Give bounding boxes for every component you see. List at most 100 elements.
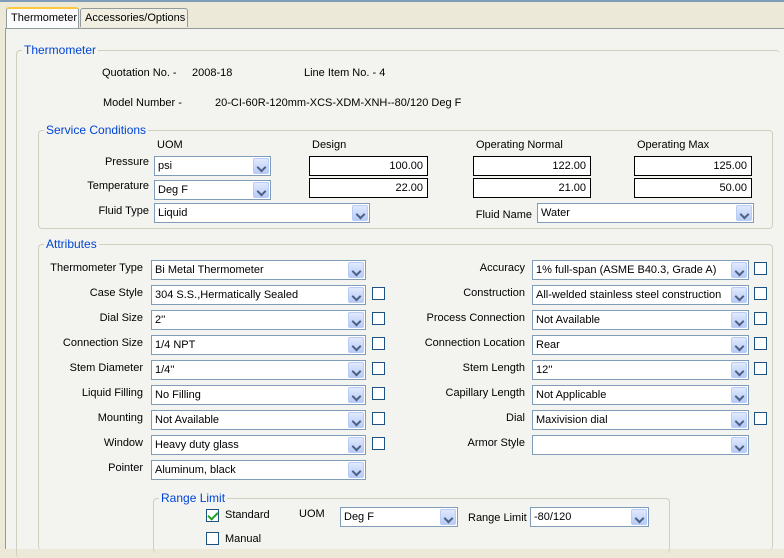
stem-length-select[interactable]: 12'' bbox=[532, 360, 749, 380]
chevron-down-icon[interactable] bbox=[348, 262, 364, 278]
chevron-down-icon[interactable] bbox=[440, 509, 456, 525]
liquid-filling-checkbox[interactable] bbox=[372, 387, 385, 400]
attributes-legend: Attributes bbox=[46, 237, 97, 251]
window-value: Heavy duty glass bbox=[155, 439, 239, 451]
temperature-design-input[interactable]: 22.00 bbox=[309, 178, 428, 198]
case-style-select[interactable]: 304 S.S.,Hermatically Sealed bbox=[151, 285, 366, 305]
chevron-down-icon[interactable] bbox=[731, 312, 747, 328]
temperature-design-value: 22.00 bbox=[395, 182, 423, 194]
chevron-down-icon[interactable] bbox=[631, 509, 647, 525]
chevron-down-icon[interactable] bbox=[348, 412, 364, 428]
accuracy-select[interactable]: 1% full-span (ASME B40.3, Grade A) bbox=[532, 260, 749, 280]
pressure-uom-select[interactable]: psi bbox=[154, 156, 271, 176]
stem-diameter-select[interactable]: 1/4'' bbox=[151, 360, 366, 380]
construction-checkbox[interactable] bbox=[754, 287, 767, 300]
connection-size-label: Connection Size bbox=[62, 337, 143, 349]
process-connection-checkbox[interactable] bbox=[754, 312, 767, 325]
pressure-max-value: 125.00 bbox=[713, 160, 747, 172]
connection-size-select[interactable]: 1/4 NPT bbox=[151, 335, 366, 355]
connection-location-checkbox[interactable] bbox=[754, 337, 767, 350]
fluid-type-select[interactable]: Liquid bbox=[154, 203, 370, 223]
temperature-max-value: 50.00 bbox=[719, 182, 747, 194]
tab-accessories-options[interactable]: Accessories/Options bbox=[80, 8, 188, 27]
temperature-normal-value: 21.00 bbox=[558, 182, 586, 194]
range-uom-select[interactable]: Deg F bbox=[340, 507, 458, 527]
pressure-normal-input[interactable]: 122.00 bbox=[473, 156, 591, 176]
dial-value: Maxivision dial bbox=[536, 414, 608, 426]
tab-thermometer[interactable]: Thermometer bbox=[6, 7, 79, 28]
construction-select[interactable]: All-welded stainless steel construction bbox=[532, 285, 749, 305]
connection-location-select[interactable]: Rear bbox=[532, 335, 749, 355]
window-select[interactable]: Heavy duty glass bbox=[151, 435, 366, 455]
liquid-filling-select[interactable]: No Filling bbox=[151, 385, 366, 405]
connection-location-value: Rear bbox=[536, 339, 560, 351]
accuracy-checkbox[interactable] bbox=[754, 262, 767, 275]
dial-size-checkbox[interactable] bbox=[372, 312, 385, 325]
pressure-design-input[interactable]: 100.00 bbox=[309, 156, 428, 176]
pointer-select[interactable]: Aluminum, black bbox=[151, 460, 366, 480]
capillary-length-select[interactable]: Not Applicable bbox=[532, 385, 749, 405]
capillary-length-value: Not Applicable bbox=[536, 389, 607, 401]
manual-label: Manual bbox=[225, 533, 262, 545]
dial-size-select[interactable]: 2'' bbox=[151, 310, 366, 330]
connection-size-checkbox[interactable] bbox=[372, 337, 385, 350]
mounting-select[interactable]: Not Available bbox=[151, 410, 366, 430]
construction-value: All-welded stainless steel construction bbox=[536, 289, 722, 301]
chevron-down-icon[interactable] bbox=[731, 262, 747, 278]
chevron-down-icon[interactable] bbox=[731, 412, 747, 428]
stem-diameter-checkbox[interactable] bbox=[372, 362, 385, 375]
mounting-label: Mounting bbox=[97, 412, 143, 424]
liquid-filling-label: Liquid Filling bbox=[81, 387, 143, 399]
pressure-design-value: 100.00 bbox=[389, 160, 423, 172]
model-number-value: 20-CI-60R-120mm-XCS-XDM-XNH--80/120 Deg … bbox=[215, 97, 462, 109]
range-uom-value: Deg F bbox=[344, 511, 374, 523]
chevron-down-icon[interactable] bbox=[253, 182, 269, 198]
dial-select[interactable]: Maxivision dial bbox=[532, 410, 749, 430]
window-label: Window bbox=[103, 437, 143, 449]
window-checkbox[interactable] bbox=[372, 437, 385, 450]
manual-checkbox[interactable] bbox=[206, 532, 219, 545]
chevron-down-icon[interactable] bbox=[731, 387, 747, 403]
case-style-checkbox[interactable] bbox=[372, 287, 385, 300]
connection-location-label: Connection Location bbox=[424, 337, 525, 349]
operating-max-column-header: Operating Max bbox=[637, 139, 710, 151]
mounting-value: Not Available bbox=[155, 414, 220, 426]
chevron-down-icon[interactable] bbox=[352, 205, 368, 221]
chevron-down-icon[interactable] bbox=[348, 387, 364, 403]
dial-checkbox[interactable] bbox=[754, 412, 767, 425]
chevron-down-icon[interactable] bbox=[348, 312, 364, 328]
stem-diameter-label: Stem Diameter bbox=[69, 362, 143, 374]
mounting-checkbox[interactable] bbox=[372, 412, 385, 425]
pressure-label: Pressure bbox=[104, 156, 149, 168]
process-connection-select[interactable]: Not Available bbox=[532, 310, 749, 330]
chevron-down-icon[interactable] bbox=[348, 287, 364, 303]
pressure-max-input[interactable]: 125.00 bbox=[634, 156, 752, 176]
standard-checkbox[interactable] bbox=[206, 509, 219, 522]
case-style-value: 304 S.S.,Hermatically Sealed bbox=[155, 289, 299, 301]
range-limit-select[interactable]: -80/120 bbox=[530, 507, 649, 527]
chevron-down-icon[interactable] bbox=[731, 437, 747, 453]
fluid-type-value: Liquid bbox=[158, 207, 188, 219]
fluid-name-select[interactable]: Water bbox=[537, 203, 754, 223]
chevron-down-icon[interactable] bbox=[348, 337, 364, 353]
stem-length-checkbox[interactable] bbox=[754, 362, 767, 375]
chevron-down-icon[interactable] bbox=[736, 205, 752, 221]
chevron-down-icon[interactable] bbox=[348, 362, 364, 378]
thermometer-legend: Thermometer bbox=[24, 43, 97, 57]
chevron-down-icon[interactable] bbox=[731, 362, 747, 378]
stem-length-value: 12'' bbox=[536, 364, 553, 376]
fluid-name-value: Water bbox=[541, 207, 570, 219]
line-item-label: Line Item No. - 4 bbox=[304, 67, 386, 79]
construction-label: Construction bbox=[463, 287, 525, 299]
chevron-down-icon[interactable] bbox=[348, 462, 364, 478]
dial-size-label: Dial Size bbox=[99, 312, 143, 324]
chevron-down-icon[interactable] bbox=[731, 337, 747, 353]
chevron-down-icon[interactable] bbox=[348, 437, 364, 453]
temperature-normal-input[interactable]: 21.00 bbox=[473, 178, 591, 198]
thermometer-type-select[interactable]: Bi Metal Thermometer bbox=[151, 260, 366, 280]
chevron-down-icon[interactable] bbox=[731, 287, 747, 303]
armor-style-select[interactable] bbox=[532, 435, 749, 455]
temperature-uom-select[interactable]: Deg F bbox=[154, 180, 271, 200]
chevron-down-icon[interactable] bbox=[253, 158, 269, 174]
temperature-max-input[interactable]: 50.00 bbox=[634, 178, 752, 198]
